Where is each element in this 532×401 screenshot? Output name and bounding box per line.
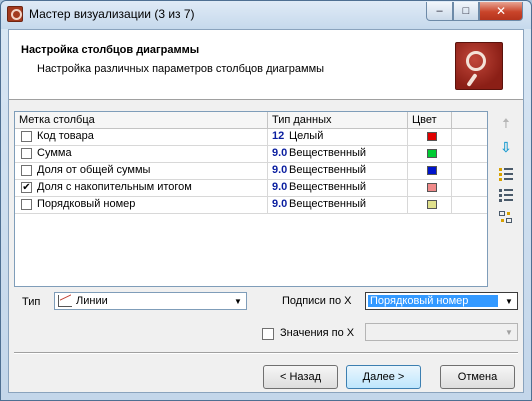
row-checkbox[interactable] (21, 199, 32, 210)
type-cell: 9.0 Вещественный (268, 180, 408, 196)
color-swatch[interactable] (427, 149, 437, 158)
title-bar[interactable]: Мастер визуализации (3 из 7) – □ ✕ (1, 1, 531, 29)
type-cell: 12 Целый (268, 129, 408, 145)
chevron-down-icon[interactable]: ▼ (230, 293, 246, 309)
row-checkbox[interactable] (21, 148, 32, 159)
type-label: Тип (22, 296, 41, 308)
magnifier-logo-icon (455, 42, 503, 90)
wizard-header: Настройка столбцов диаграммы Настройка р… (9, 30, 523, 100)
color-cell[interactable] (408, 163, 452, 179)
type-name: Вещественный (289, 164, 367, 176)
color-cell[interactable] (408, 146, 452, 162)
column-header-type[interactable]: Тип данных (268, 112, 408, 128)
window-title: Мастер визуализации (3 из 7) (29, 7, 195, 21)
step-subtitle: Настройка различных параметров столбцов … (37, 63, 325, 75)
chevron-down-icon[interactable]: ▼ (501, 293, 517, 309)
arrow-up-icon[interactable]: 🠅 (496, 113, 516, 133)
label-cell: Порядковый номер (15, 197, 268, 213)
column-header-label[interactable]: Метка столбца (15, 112, 268, 128)
color-cell[interactable] (408, 197, 452, 213)
values-x-label: Значения по X (280, 327, 355, 339)
table-row[interactable]: Доля от общей суммы 9.0 Вещественный (15, 163, 487, 180)
column-label: Доля с накопительным итогом (37, 181, 192, 193)
type-precision: 9.0 (272, 147, 288, 159)
chevron-down-icon: ▼ (501, 324, 517, 340)
table-row[interactable]: Код товара 12 Целый (15, 129, 487, 146)
column-label: Сумма (37, 147, 72, 159)
uncheck-all-icon[interactable] (499, 189, 513, 203)
row-checkbox[interactable]: ✔ (21, 182, 32, 193)
type-name: Вещественный (289, 198, 367, 210)
chart-type-select[interactable]: Линии ▼ (54, 292, 247, 310)
chart-type-value: Линии (76, 295, 108, 307)
label-cell: ✔ Доля с накопительным итогом (15, 180, 268, 196)
label-cell: Код товара (15, 129, 268, 145)
color-cell[interactable] (408, 129, 452, 145)
column-label: Доля от общей суммы (37, 164, 151, 176)
label-cell: Сумма (15, 146, 268, 162)
label-cell: Доля от общей суммы (15, 163, 268, 179)
next-button[interactable]: Далее > (346, 365, 421, 389)
cancel-button[interactable]: Отмена (440, 365, 515, 389)
color-swatch[interactable] (427, 200, 437, 209)
line-chart-icon (58, 295, 72, 307)
swap-icon[interactable] (499, 210, 513, 224)
table-row[interactable]: Порядковый номер 9.0 Вещественный (15, 197, 487, 214)
type-cell: 9.0 Вещественный (268, 146, 408, 162)
color-swatch[interactable] (427, 132, 437, 141)
column-label: Порядковый номер (37, 198, 136, 210)
type-precision: 9.0 (272, 164, 288, 176)
color-swatch[interactable] (427, 166, 437, 175)
footer-divider (14, 352, 518, 354)
check-all-icon[interactable] (499, 168, 513, 182)
labels-x-select[interactable]: Порядковый номер ▼ (365, 292, 518, 310)
type-name: Целый (289, 130, 324, 142)
labels-x-label: Подписи по X (282, 295, 352, 307)
close-button[interactable]: ✕ (479, 2, 523, 21)
arrow-down-icon[interactable]: ⇩ (496, 137, 516, 157)
app-icon (7, 6, 23, 22)
row-checkbox[interactable] (21, 165, 32, 176)
minimize-button[interactable]: – (426, 2, 453, 21)
back-button[interactable]: < Назад (263, 365, 338, 389)
wizard-body: Настройка столбцов диаграммы Настройка р… (8, 29, 524, 393)
color-swatch[interactable] (427, 183, 437, 192)
maximize-button[interactable]: □ (453, 2, 479, 21)
type-cell: 9.0 Вещественный (268, 163, 408, 179)
side-toolbar: 🠅 ⇩ (496, 113, 518, 253)
type-precision: 9.0 (272, 181, 288, 193)
type-precision: 12 (272, 130, 285, 142)
table-row[interactable]: Сумма 9.0 Вещественный (15, 146, 487, 163)
table-row[interactable]: ✔ Доля с накопительным итогом 9.0 Веществен… (15, 180, 487, 197)
type-cell: 9.0 Вещественный (268, 197, 408, 213)
row-checkbox[interactable] (21, 131, 32, 142)
type-name: Вещественный (289, 181, 367, 193)
column-label: Код товара (37, 130, 94, 142)
columns-grid: Метка столбца Тип данных Цвет Код товара… (14, 111, 488, 287)
step-title: Настройка столбцов диаграммы (21, 44, 200, 56)
grid-header: Метка столбца Тип данных Цвет (15, 112, 487, 129)
labels-x-value: Порядковый номер (368, 295, 498, 307)
values-x-select: ▼ (365, 323, 518, 341)
wizard-window: Мастер визуализации (3 из 7) – □ ✕ Настр… (0, 0, 532, 401)
type-name: Вещественный (289, 147, 367, 159)
column-header-color[interactable]: Цвет (408, 112, 452, 128)
color-cell[interactable] (408, 180, 452, 196)
values-x-checkbox[interactable] (262, 328, 274, 340)
type-precision: 9.0 (272, 198, 288, 210)
